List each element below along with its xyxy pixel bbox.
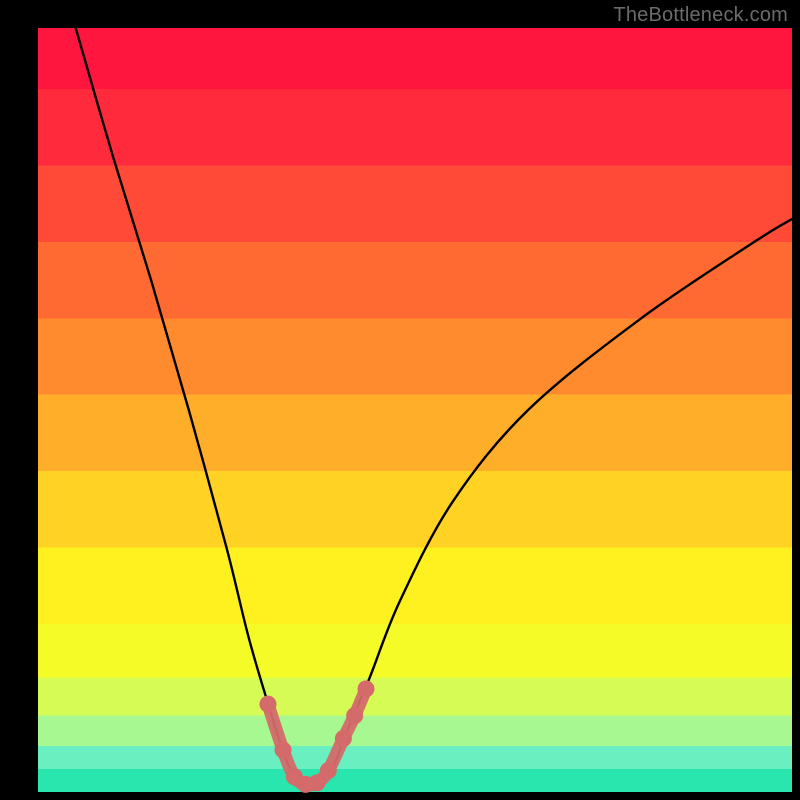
highlight-dot bbox=[259, 696, 276, 713]
watermark-text: TheBottleneck.com bbox=[613, 4, 788, 27]
chart-frame: TheBottleneck.com bbox=[0, 0, 800, 800]
gradient-background bbox=[38, 28, 792, 792]
highlight-dot bbox=[320, 762, 337, 779]
bottleneck-chart bbox=[0, 0, 800, 800]
highlight-dot bbox=[275, 741, 292, 758]
highlight-dot bbox=[346, 707, 363, 724]
highlight-dot bbox=[357, 680, 374, 697]
highlight-dot bbox=[335, 730, 352, 747]
